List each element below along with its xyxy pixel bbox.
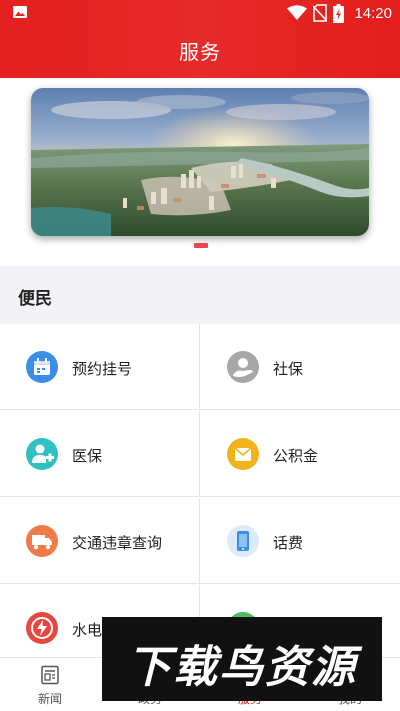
tab-news[interactable]: 新闻 — [0, 658, 100, 711]
service-item-social-security[interactable]: 社保 — [200, 324, 400, 410]
service-item-traffic-violation[interactable]: 交通违章查询 — [0, 498, 200, 584]
gallery-notification-icon — [13, 6, 27, 18]
service-grid: 预约挂号 社保 医保 公积金 交通违章查询 话费 水电 — [0, 324, 400, 657]
battery-charging-icon — [333, 3, 345, 23]
truck-icon — [26, 525, 58, 557]
carousel-indicator[interactable] — [194, 243, 208, 248]
calendar-icon — [26, 351, 58, 383]
news-icon — [41, 665, 59, 685]
service-label: 交通违章查询 — [72, 534, 163, 552]
utility-icon — [26, 612, 58, 644]
tab-label: 新闻 — [37, 692, 62, 706]
city-aerial-photo — [31, 88, 369, 236]
status-time: 14:20 — [354, 4, 392, 22]
social-security-icon — [227, 351, 259, 383]
service-label: 话费 — [273, 534, 304, 552]
banner-carousel[interactable] — [31, 88, 369, 236]
service-label: 预约挂号 — [72, 360, 133, 378]
no-sim-icon — [313, 4, 328, 22]
service-item-phone-bill[interactable]: 话费 — [200, 498, 400, 584]
wifi-icon — [287, 5, 308, 20]
section-header: 便民 — [0, 266, 400, 324]
service-item-provident-fund[interactable]: 公积金 — [200, 411, 400, 497]
provident-fund-icon — [227, 438, 259, 470]
medical-insurance-icon — [26, 438, 58, 470]
service-label: 社保 — [273, 360, 304, 378]
watermark-overlay: 下载鸟资源 — [102, 617, 382, 701]
phone-bill-icon — [227, 525, 259, 557]
page-title: 服务 — [179, 40, 221, 64]
service-label: 水电 — [72, 621, 103, 639]
status-bar: 14:20 — [0, 0, 400, 26]
watermark-text: 下载鸟资源 — [127, 642, 357, 693]
service-label: 医保 — [72, 447, 103, 465]
section-title: 便民 — [18, 289, 52, 309]
service-item-medical-insurance[interactable]: 医保 — [0, 411, 200, 497]
service-item-appointment[interactable]: 预约挂号 — [0, 324, 200, 410]
app-header: 14:20 服务 — [0, 0, 400, 78]
service-label: 公积金 — [273, 447, 319, 465]
